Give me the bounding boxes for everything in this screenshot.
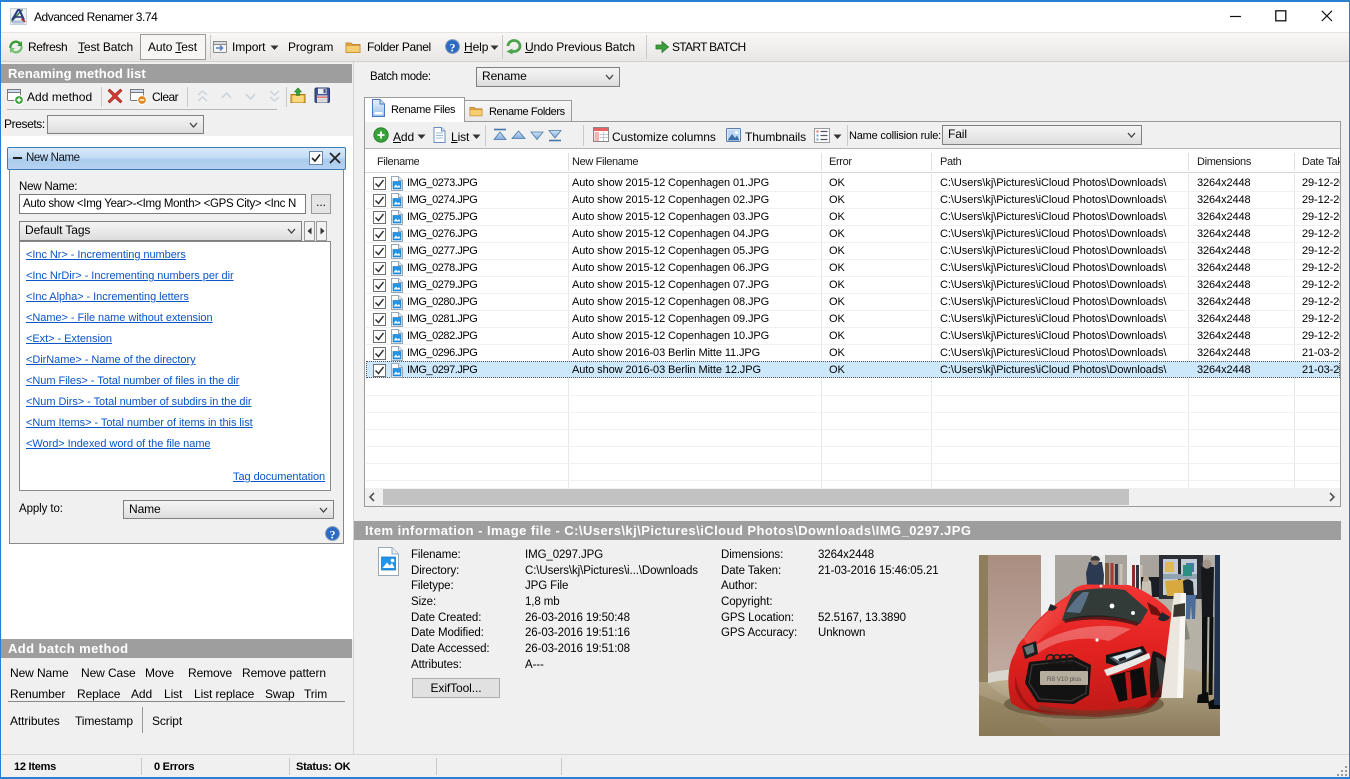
svg-text:R8 V10 plus: R8 V10 plus: [1047, 676, 1082, 683]
svg-text:?: ?: [450, 41, 456, 54]
svg-text:?: ?: [330, 528, 336, 541]
